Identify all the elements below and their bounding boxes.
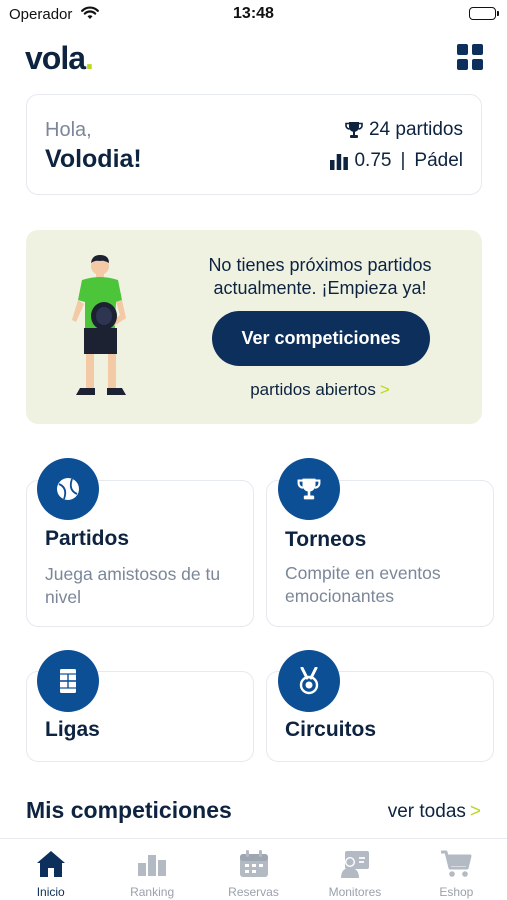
tile-title: Partidos xyxy=(45,527,130,550)
tab-label: Inicio xyxy=(36,885,65,899)
trophy-icon xyxy=(345,122,363,138)
court-icon xyxy=(37,650,99,712)
tile-description: Compite en eventos emocionantes xyxy=(285,563,441,606)
tab-label: Ranking xyxy=(130,885,175,899)
tab-inicio[interactable]: Inicio xyxy=(0,839,101,900)
tile-title: Ligas xyxy=(45,718,100,741)
no-matches-message: No tienes próximos partidos actualmente.… xyxy=(208,255,432,298)
tab-label: Eshop xyxy=(439,885,474,899)
open-matches-link[interactable]: partidos abiertos > xyxy=(186,380,454,400)
level-stat: 0.75 | Pádel xyxy=(329,150,463,172)
matches-count: 24 partidos xyxy=(368,119,463,140)
home-icon xyxy=(35,849,67,879)
ball-icon xyxy=(37,458,99,520)
greeting-card: Hola, Volodia! 24 partidos 0.75 | Pádel xyxy=(26,94,482,195)
medal-icon xyxy=(278,650,340,712)
matches-stat: 24 partidos xyxy=(344,119,463,141)
tab-monitores[interactable]: Monitores xyxy=(304,839,405,900)
coach-icon xyxy=(339,849,371,879)
tab-eshop[interactable]: Eshop xyxy=(406,839,507,900)
bottom-tab-bar: Inicio Ranking Reservas Monitores Eshop xyxy=(0,838,507,900)
my-competitions-title: Mis competiciones xyxy=(26,797,232,823)
clock: 13:48 xyxy=(233,5,274,22)
chevron-right-icon: > xyxy=(469,801,481,822)
trophy-icon xyxy=(278,458,340,520)
padel-player-illustration xyxy=(72,255,126,395)
battery-icon xyxy=(469,7,499,20)
level-value: 0.75 xyxy=(354,150,392,171)
app-header: vola. xyxy=(0,34,507,80)
calendar-icon xyxy=(239,849,269,879)
status-bar: Operador 13:48 xyxy=(0,0,507,30)
view-all-link[interactable]: ver todas > xyxy=(388,801,481,823)
tile-title: Circuitos xyxy=(285,718,377,741)
cart-icon xyxy=(440,849,472,879)
apps-grid-icon[interactable] xyxy=(457,44,483,70)
ranking-icon xyxy=(136,849,168,879)
tile-title: Torneos xyxy=(285,528,367,551)
no-matches-banner: No tienes próximos partidos actualmente.… xyxy=(26,230,482,424)
level-bars-icon xyxy=(330,154,349,170)
sport-name: Pádel xyxy=(414,150,463,171)
ver-competiciones-button[interactable]: Ver competiciones xyxy=(212,311,430,366)
greeting-hello: Hola, xyxy=(45,119,92,141)
tab-reservas[interactable]: Reservas xyxy=(203,839,304,900)
tab-ranking[interactable]: Ranking xyxy=(101,839,202,900)
tile-description: Juega amistosos de tu nivel xyxy=(45,564,221,607)
tab-label: Reservas xyxy=(228,885,279,899)
tab-label: Monitores xyxy=(328,885,382,899)
chevron-right-icon: > xyxy=(379,380,390,399)
vola-logo: vola. xyxy=(25,40,94,76)
level-separator: | xyxy=(400,150,406,171)
user-name: Volodia! xyxy=(45,145,142,173)
